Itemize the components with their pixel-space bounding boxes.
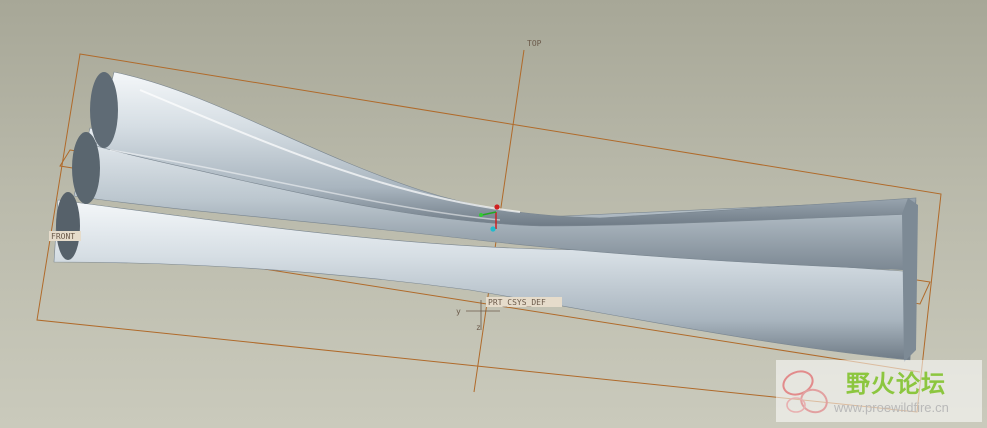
- swept-model[interactable]: [53, 71, 918, 362]
- axis-y-label: y: [456, 307, 461, 316]
- axis-z-label: z: [476, 323, 481, 332]
- csys-label[interactable]: PRT_CSYS_DEF: [488, 298, 546, 307]
- watermark-title: 野火论坛: [846, 370, 946, 398]
- datum-top-label[interactable]: TOP: [527, 39, 542, 48]
- watermark-url: www.proewildfire.cn: [834, 400, 949, 415]
- datum-front-label[interactable]: FRONT: [51, 232, 75, 241]
- butterfly-logo-icon: [782, 370, 828, 414]
- forum-watermark: 野火论坛 www.proewildfire.cn: [776, 360, 982, 422]
